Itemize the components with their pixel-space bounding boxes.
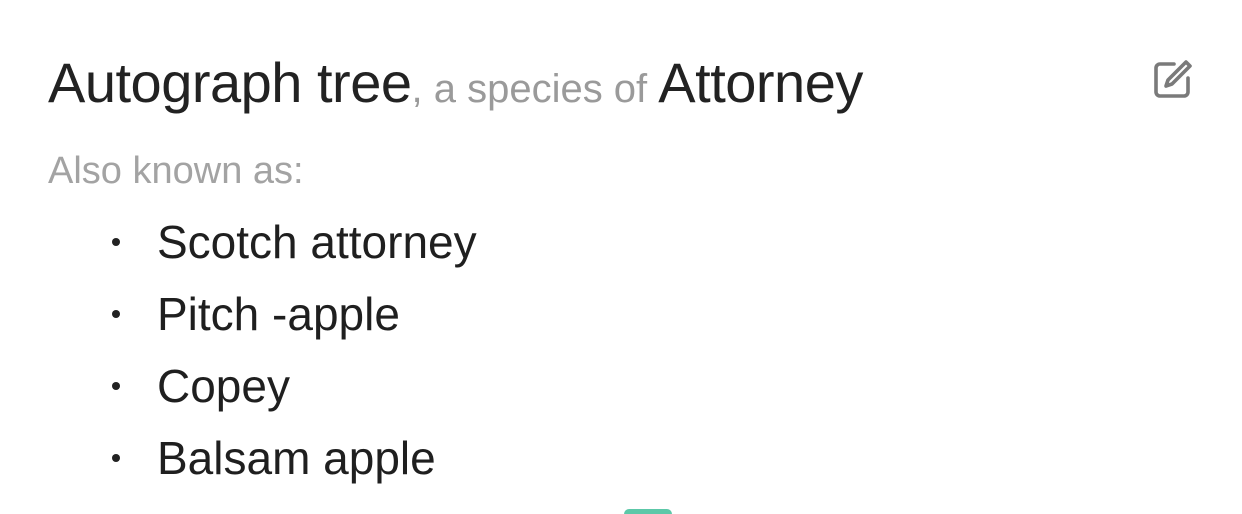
alias-name: Pitch -apple (157, 288, 400, 340)
bullet-icon (112, 238, 120, 246)
bullet-icon (112, 310, 120, 318)
bullet-icon (112, 454, 120, 462)
species-card: Autograph tree, a species of Attorney Al… (0, 0, 1242, 514)
alias-name: Copey (157, 360, 290, 412)
bottom-accent-tab[interactable] (624, 509, 672, 514)
alias-name: Scotch attorney (157, 216, 477, 268)
bullet-icon (112, 382, 120, 390)
species-connector: , a species of (411, 67, 659, 111)
species-name: Autograph tree (48, 51, 412, 114)
species-title: Autograph tree, a species of Attorney (48, 48, 863, 133)
alias-name: Balsam apple (157, 432, 436, 484)
genus-name[interactable]: Attorney (658, 51, 863, 114)
edit-button[interactable] (1146, 54, 1198, 106)
also-known-as-label: Also known as: (48, 150, 304, 192)
edit-icon (1154, 60, 1192, 98)
